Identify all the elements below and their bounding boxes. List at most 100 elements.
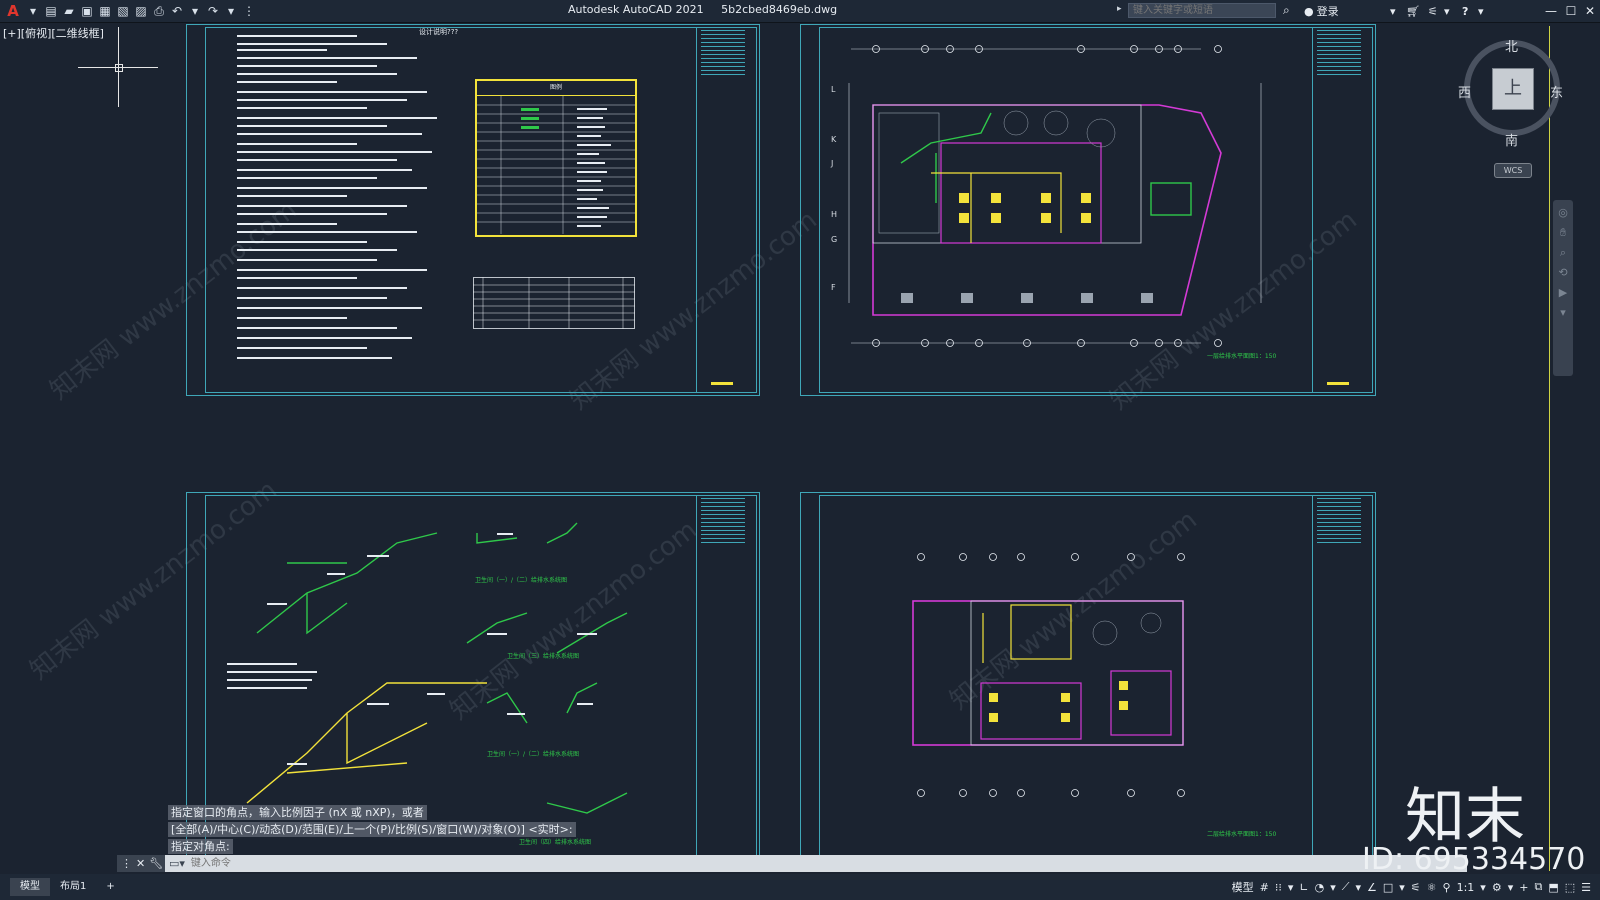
status-bar: 模型 布局1 + 模型 # ⁝⁝ ▾ ∟ ◔ ▾ ⟋ ▾ ∠ □ ▾ ⚟ ⚛ ⚲…	[0, 874, 1600, 900]
customize-toolbar-icon[interactable]: ⋮	[242, 4, 256, 18]
grid-axis-label: H	[831, 210, 838, 219]
snap-icon[interactable]: ⁝⁝	[1275, 881, 1282, 894]
cursor-pickbox	[115, 64, 123, 72]
tab-layout1[interactable]: 布局1	[50, 878, 96, 896]
compass-east[interactable]: 东	[1550, 82, 1563, 101]
workspace-dropdown-icon[interactable]: ▾	[1508, 881, 1514, 894]
object-snap-icon[interactable]: □	[1383, 881, 1393, 894]
add-layout-button[interactable]: +	[96, 878, 124, 896]
sheet-design-notes[interactable]: 设计说明??? 图例	[186, 24, 760, 396]
maximize-icon[interactable]: ☐	[1562, 2, 1580, 20]
showmotion-icon[interactable]: ▶	[1556, 286, 1570, 300]
system-caption-2: 卫生间（三）给排水系统图	[507, 653, 580, 660]
wcs-menu[interactable]: WCS	[1494, 163, 1532, 178]
annotation-visibility-icon[interactable]: ⚟	[1411, 881, 1421, 894]
window-title: Autodesk AutoCAD 2021 5b2cbed8469eb.dwg	[568, 3, 851, 16]
autodesk-app-icon[interactable]: ⚟	[1428, 2, 1438, 20]
title-block	[696, 495, 749, 869]
floor-plan-1-drawing	[848, 45, 1262, 347]
plus-icon[interactable]: +	[1519, 881, 1528, 894]
search-input[interactable]	[1128, 3, 1276, 18]
clean-screen-icon[interactable]: ⬚	[1565, 881, 1575, 894]
viewport-label[interactable]: [+][俯视][二维线框]	[3, 25, 104, 41]
print-icon[interactable]: ⎙	[152, 4, 166, 18]
grid-axis-label: J	[831, 159, 834, 168]
title-block	[1312, 27, 1365, 393]
undo-icon[interactable]: ↶	[170, 4, 184, 18]
cart-icon[interactable]: 🛒︎	[1406, 2, 1420, 20]
hardware-acceleration-icon[interactable]: ⬒	[1548, 881, 1558, 894]
undo-dropdown-icon[interactable]: ▾	[188, 4, 202, 18]
redo-icon[interactable]: ↷	[206, 4, 220, 18]
question-icon[interactable]: ?	[1462, 2, 1468, 20]
zoom-icon[interactable]: ⌕	[1556, 246, 1570, 260]
material-table	[473, 277, 635, 329]
app-dropdown-icon[interactable]: ▾	[1444, 2, 1450, 20]
search-expand-icon[interactable]: ▸	[1117, 4, 1122, 14]
new-file-icon[interactable]: ▤	[44, 4, 58, 18]
command-history-line: [全部(A)/中心(C)/动态(D)/范围(E)/上一个(P)/比例(S)/窗口…	[168, 822, 576, 837]
quick-access-toolbar: ▾ ▤ ▰ ▣ ▦ ▧ ▨ ⎙ ↶ ▾ ↷ ▾ ⋮	[26, 4, 256, 18]
title-block	[696, 27, 749, 393]
command-line-grip-icon[interactable]: ⋮	[121, 857, 132, 870]
menu-dropdown-icon[interactable]: ▾	[26, 4, 40, 18]
redo-dropdown-icon[interactable]: ▾	[224, 4, 238, 18]
steering-wheel-icon[interactable]: ◎	[1556, 206, 1570, 220]
sheet-floor-plan-1[interactable]: L K J H G F 一层给排水平面图1：150	[800, 24, 1376, 396]
isolate-objects-icon[interactable]: ⧉	[1534, 880, 1542, 894]
viewport-boundary-line	[1549, 26, 1550, 871]
export-icon[interactable]: ▧	[116, 4, 130, 18]
grid-icon[interactable]: #	[1260, 881, 1269, 894]
login-button[interactable]: ● 登录	[1304, 2, 1339, 20]
pan-icon[interactable]: ✋︎	[1556, 226, 1570, 240]
ortho-icon[interactable]: ∟	[1299, 881, 1308, 894]
orbit-icon[interactable]: ⟲	[1556, 266, 1570, 280]
save-icon[interactable]: ▣	[80, 4, 94, 18]
polar-dropdown-icon[interactable]: ▾	[1330, 881, 1336, 894]
viewcube-top-face[interactable]: 上	[1492, 68, 1534, 110]
title-block	[1312, 495, 1365, 869]
customization-menu-icon[interactable]: ☰	[1581, 881, 1591, 894]
command-history-line: 指定对角点:	[168, 839, 233, 854]
command-input[interactable]	[184, 855, 1093, 872]
annotation-scale-icon[interactable]: ⚲	[1443, 881, 1451, 894]
snap-dropdown-icon[interactable]: ▾	[1288, 881, 1294, 894]
minimize-icon[interactable]: —	[1542, 2, 1560, 20]
save-as-icon[interactable]: ▦	[98, 4, 112, 18]
login-dropdown-icon[interactable]: ▾	[1390, 2, 1396, 20]
help-dropdown-icon[interactable]: ▾	[1478, 2, 1484, 20]
customize-wrench-icon[interactable]: 🔧︎	[149, 857, 163, 870]
object-snap-tracking-icon[interactable]: ∠	[1367, 881, 1377, 894]
object-snap-dropdown-icon[interactable]: ▾	[1399, 881, 1405, 894]
annotation-scale[interactable]: 1:1	[1457, 881, 1475, 894]
open-folder-icon[interactable]: ▰	[62, 4, 76, 18]
notes-text-block	[237, 35, 437, 359]
compass-south[interactable]: 南	[1505, 130, 1518, 149]
recent-commands-icon[interactable]: ▭▾	[169, 857, 185, 870]
compass-north[interactable]: 北	[1505, 36, 1518, 55]
close-command-line-icon[interactable]: ✕	[136, 857, 145, 870]
publish-icon[interactable]: ▨	[134, 4, 148, 18]
auto-scale-icon[interactable]: ⚛	[1427, 881, 1437, 894]
znzmo-id: ID: 695334570	[1362, 842, 1586, 877]
gear-icon[interactable]: ⚙	[1492, 881, 1502, 894]
navbar-menu-icon[interactable]: ▾	[1556, 306, 1570, 320]
login-label: 登录	[1316, 5, 1339, 18]
tab-model[interactable]: 模型	[10, 878, 50, 896]
file-name: 5b2cbed8469eb.dwg	[721, 3, 838, 16]
system-caption-4: 卫生间（四）给排水系统图	[519, 839, 592, 846]
compass-west[interactable]: 西	[1458, 82, 1471, 101]
search-icon[interactable]: ⌕	[1283, 3, 1290, 18]
scale-dropdown-icon[interactable]: ▾	[1480, 881, 1486, 894]
close-icon[interactable]: ✕	[1581, 2, 1599, 20]
polar-icon[interactable]: ◔	[1315, 881, 1325, 894]
model-space-toggle[interactable]: 模型	[1232, 879, 1254, 895]
autocad-logo-icon[interactable]: A	[4, 2, 22, 20]
legend-table: 图例	[475, 79, 637, 237]
isodraft-icon[interactable]: ⟋	[1342, 880, 1350, 894]
command-history-line: 指定窗口的角点，输入比例因子 (nX 或 nXP)，或者	[168, 805, 427, 820]
legend-title: 图例	[477, 81, 635, 96]
isodraft-dropdown-icon[interactable]: ▾	[1355, 881, 1361, 894]
grid-axis-label: L	[831, 85, 836, 94]
sheet-floor-plan-2[interactable]: 二层给排水平面图1：150	[800, 492, 1376, 872]
